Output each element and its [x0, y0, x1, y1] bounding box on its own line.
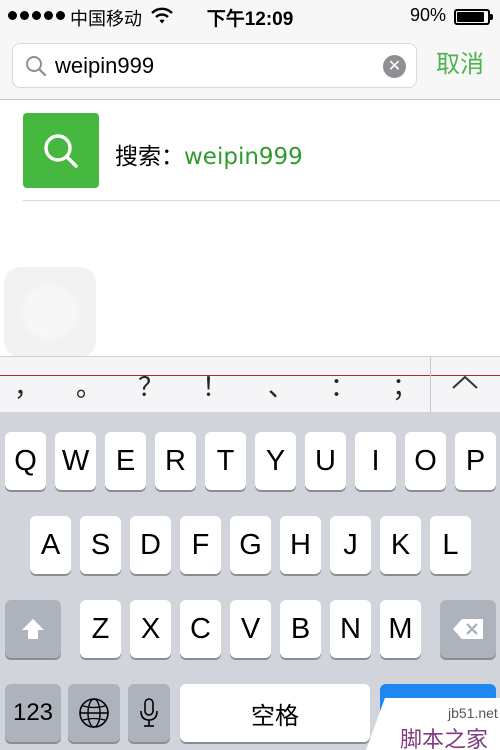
key-s[interactable]: S [80, 516, 121, 574]
key-x[interactable]: X [130, 600, 171, 658]
globe-icon [79, 698, 109, 728]
search-icon [26, 56, 47, 77]
shift-arrow-icon [22, 619, 44, 639]
chevron-up-icon[interactable] [450, 373, 480, 391]
key-i[interactable]: I [355, 432, 396, 490]
clear-search-icon[interactable]: ✕ [383, 55, 406, 78]
globe-key[interactable] [68, 684, 120, 742]
candidate-bar: ， 。 ？ ！ 、 ： ； [0, 356, 500, 413]
key-u[interactable]: U [305, 432, 346, 490]
signal-strength-icon [8, 11, 65, 20]
key-m[interactable]: M [380, 600, 421, 658]
key-f[interactable]: F [180, 516, 221, 574]
space-key[interactable]: 空格 [180, 684, 370, 742]
key-b[interactable]: B [280, 600, 321, 658]
status-bar: 中国移动 下午12:09 90% [0, 0, 500, 32]
dictation-key[interactable] [128, 684, 170, 742]
candidate-comma[interactable]: ， [14, 367, 40, 404]
key-w[interactable]: W [55, 432, 96, 490]
candidate-enumeration-comma[interactable]: 、 [268, 367, 294, 404]
assistive-touch-dot [26, 288, 74, 336]
carrier-name: 中国移动 [70, 9, 142, 29]
watermark-brand: 脚本之家 [400, 728, 489, 750]
key-z[interactable]: Z [80, 600, 121, 658]
key-v[interactable]: V [230, 600, 271, 658]
numbers-key[interactable]: 123 [5, 684, 61, 742]
key-o[interactable]: O [405, 432, 446, 490]
candidate-separator [430, 357, 431, 413]
key-e[interactable]: E [105, 432, 146, 490]
assistive-touch-button[interactable] [4, 267, 96, 357]
search-result-row[interactable]: 搜索：weipin999 [0, 100, 500, 201]
key-l[interactable]: L [430, 516, 471, 574]
key-q[interactable]: Q [5, 432, 46, 490]
result-keyword: weipin999 [184, 144, 303, 170]
result-prefix: 搜索： [115, 144, 184, 170]
shift-key[interactable] [5, 600, 61, 658]
search-input[interactable] [55, 52, 375, 80]
candidate-exclamation[interactable]: ！ [202, 367, 228, 404]
battery-icon [454, 9, 493, 25]
result-search-icon [23, 113, 99, 188]
candidate-question[interactable]: ？ [138, 367, 164, 404]
result-divider [23, 200, 500, 201]
microphone-icon [140, 698, 158, 727]
key-a[interactable]: A [30, 516, 71, 574]
battery-percent: 90% [409, 5, 446, 25]
candidate-colon[interactable]: ： [330, 367, 356, 404]
key-h[interactable]: H [280, 516, 321, 574]
watermark-site: jb51.net [448, 705, 498, 721]
key-j[interactable]: J [330, 516, 371, 574]
key-k[interactable]: K [380, 516, 421, 574]
backspace-icon [453, 619, 483, 639]
backspace-key[interactable] [440, 600, 496, 658]
key-p[interactable]: P [455, 432, 496, 490]
key-y[interactable]: Y [255, 432, 296, 490]
result-text: 搜索：weipin999 [115, 137, 303, 171]
search-field[interactable]: ✕ [12, 43, 417, 88]
red-guide-line [0, 375, 500, 376]
battery-fill [457, 12, 484, 22]
candidate-semicolon[interactable]: ； [392, 367, 418, 404]
key-c[interactable]: C [180, 600, 221, 658]
wifi-icon [151, 7, 173, 24]
search-bar: ✕ 取消 [0, 32, 500, 100]
candidate-period[interactable]: 。 [76, 367, 102, 404]
key-t[interactable]: T [205, 432, 246, 490]
cancel-button[interactable]: 取消 [436, 44, 484, 79]
key-r[interactable]: R [155, 432, 196, 490]
key-d[interactable]: D [130, 516, 171, 574]
key-g[interactable]: G [230, 516, 271, 574]
key-n[interactable]: N [330, 600, 371, 658]
